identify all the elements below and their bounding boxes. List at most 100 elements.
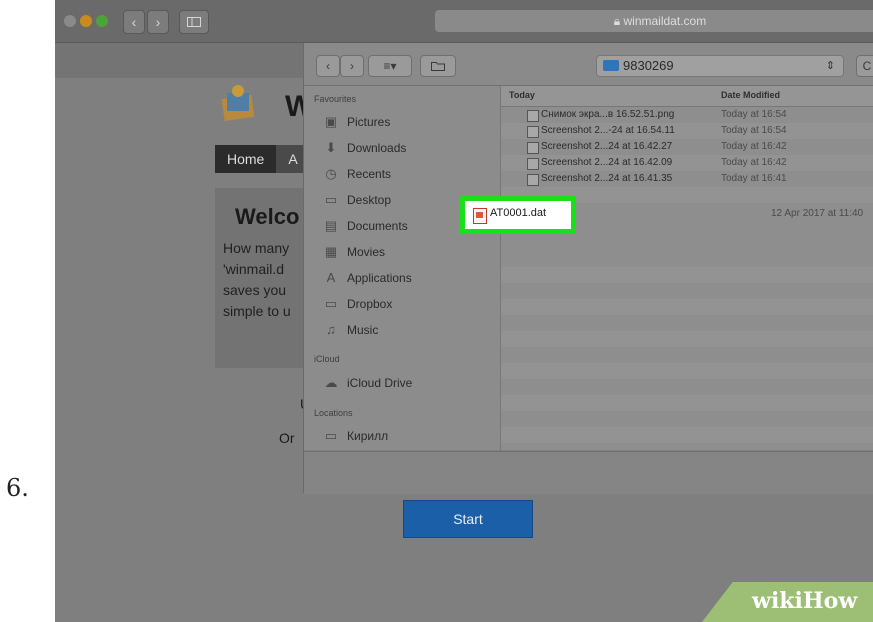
sidebar-item-computer[interactable]: ▭ Кирилл bbox=[321, 426, 496, 446]
music-icon: ♫ bbox=[326, 322, 336, 337]
new-folder-button[interactable] bbox=[420, 55, 456, 77]
sidebar-item-icloud-drive[interactable]: ☁ iCloud Drive bbox=[321, 373, 496, 393]
sidebar-item-label: Кирилл bbox=[347, 429, 389, 443]
row-stripe bbox=[501, 331, 873, 347]
back-button[interactable]: ‹ bbox=[123, 10, 145, 34]
row-stripe bbox=[501, 267, 873, 283]
download-icon: ⬇ bbox=[325, 140, 337, 155]
sidebar-item-label: iCloud Drive bbox=[347, 376, 413, 390]
wikihow-logo-text: wikiHow bbox=[752, 588, 858, 614]
file-name: Screenshot 2...24 at 16.42.09 bbox=[541, 157, 673, 168]
name-column-header[interactable]: Today bbox=[509, 90, 535, 100]
maximize-window-button[interactable] bbox=[96, 15, 108, 27]
file-row[interactable]: Screenshot 2...24 at 16.41.35 Today at 16… bbox=[501, 171, 873, 187]
image-file-icon bbox=[527, 110, 539, 122]
sidebar-item-applications[interactable]: A Applications bbox=[321, 268, 496, 288]
row-stripe bbox=[501, 427, 873, 443]
sidebar-item-label: Recents bbox=[347, 167, 392, 181]
date-column-header[interactable]: Date Modified bbox=[721, 90, 780, 100]
chevron-right-icon: › bbox=[350, 59, 354, 73]
sidebar-item-label: Movies bbox=[347, 245, 386, 259]
dialog-bottom-bar bbox=[304, 451, 873, 494]
folder-name: 9830269 bbox=[623, 58, 674, 73]
applications-icon: A bbox=[326, 270, 336, 285]
minimize-window-button[interactable] bbox=[80, 15, 92, 27]
sidebar-item-pictures[interactable]: ▣ Pictures bbox=[321, 112, 496, 132]
locations-section-title: Locations bbox=[314, 408, 353, 418]
forward-button[interactable]: › bbox=[147, 10, 169, 34]
start-button[interactable]: Start bbox=[403, 500, 533, 538]
film-icon: ▦ bbox=[324, 244, 338, 259]
sidebar-item-label: Documents bbox=[347, 219, 408, 233]
file-name: Снимок экра...в 16.52.51.png bbox=[541, 109, 675, 120]
desktop-icon: ▭ bbox=[324, 192, 338, 207]
computer-icon: ▭ bbox=[324, 428, 338, 443]
sidebar-item-label: Downloads bbox=[347, 141, 407, 155]
image-file-icon bbox=[527, 142, 539, 154]
sidebar-item-dropbox[interactable]: ▭ Dropbox bbox=[321, 294, 496, 314]
image-file-icon bbox=[527, 126, 539, 138]
file-date: Today at 16:41 bbox=[721, 173, 787, 184]
file-date: Today at 16:54 bbox=[721, 109, 787, 120]
row-stripe bbox=[501, 363, 873, 379]
cloud-icon: ☁ bbox=[324, 375, 338, 390]
selected-file-row[interactable]: AT0001.dat bbox=[460, 196, 576, 234]
folder-icon: ▭ bbox=[324, 296, 338, 311]
camera-icon: ▣ bbox=[324, 114, 338, 129]
file-name: Screenshot 2...24 at 16.41.35 bbox=[541, 173, 673, 184]
search-button[interactable]: C bbox=[856, 55, 873, 77]
sidebar-item-label: Dropbox bbox=[347, 297, 393, 311]
view-options-button[interactable]: ≡▾ bbox=[368, 55, 412, 77]
sidebar-item-downloads[interactable]: ⬇ Downloads bbox=[321, 138, 496, 158]
welcome-heading: Welco bbox=[235, 204, 300, 229]
selected-file-name: AT0001.dat bbox=[490, 207, 547, 219]
folder-icon bbox=[603, 60, 619, 71]
sidebar-item-movies[interactable]: ▦ Movies bbox=[321, 242, 496, 262]
file-date: Today at 16:54 bbox=[721, 125, 787, 136]
file-name: Screenshot 2...-24 at 16.54.11 bbox=[541, 125, 675, 136]
sidebar-item-label: Applications bbox=[347, 271, 412, 285]
sidebar-item-label: Desktop bbox=[347, 193, 392, 207]
row-stripe bbox=[501, 395, 873, 411]
sidebar-item-music[interactable]: ♫ Music bbox=[321, 320, 496, 340]
dat-file-icon bbox=[473, 208, 487, 224]
file-row[interactable]: Screenshot 2...24 at 16.42.09 Today at 16… bbox=[501, 155, 873, 171]
address-text: winmaildat.com bbox=[623, 14, 707, 28]
nav-home-link[interactable]: Home bbox=[215, 145, 277, 173]
folder-icon bbox=[431, 62, 445, 71]
document-icon: ▤ bbox=[324, 218, 338, 233]
close-window-button[interactable] bbox=[64, 15, 76, 27]
file-row[interactable]: Screenshot 2...24 at 16.42.27 Today at 16… bbox=[501, 139, 873, 155]
sidebar-icon bbox=[187, 17, 201, 27]
file-list: Today Date Modified Снимок экра...в 16.5… bbox=[501, 86, 873, 450]
file-date: Today at 16:42 bbox=[721, 157, 787, 168]
dialog-back-button[interactable]: ‹ bbox=[316, 55, 340, 77]
sidebar-item-label: Music bbox=[347, 323, 379, 337]
file-date: Today at 16:42 bbox=[721, 141, 787, 152]
file-name: Screenshot 2...24 at 16.42.27 bbox=[541, 141, 673, 152]
selected-file-date: 12 Apr 2017 at 11:40 bbox=[771, 208, 864, 219]
sidebar-item-recents[interactable]: ◷ Recents bbox=[321, 164, 496, 184]
row-stripe bbox=[501, 299, 873, 315]
site-navigation: Home A bbox=[215, 145, 310, 173]
or-text-fragment: Or bbox=[279, 430, 295, 446]
step-number: 6. bbox=[6, 474, 29, 502]
sidebar-toggle-button[interactable] bbox=[179, 10, 209, 34]
folder-location-popup[interactable]: 9830269 ⇕ bbox=[596, 55, 844, 77]
browser-titlebar: ‹ › 🔒︎ winmaildat.com bbox=[55, 0, 873, 43]
dialog-toolbar: ‹ › ≡▾ 9830269 ⇕ C bbox=[304, 43, 873, 86]
site-logo-icon bbox=[221, 85, 255, 121]
file-row[interactable]: Screenshot 2...-24 at 16.54.11 Today at 1… bbox=[501, 123, 873, 139]
file-row[interactable]: Снимок экра...в 16.52.51.png Today at 16:… bbox=[501, 107, 873, 123]
image-file-icon bbox=[527, 174, 539, 186]
chevron-left-icon: ‹ bbox=[326, 59, 330, 73]
dialog-forward-button[interactable]: › bbox=[340, 55, 364, 77]
address-bar[interactable]: 🔒︎ winmaildat.com bbox=[435, 10, 873, 32]
file-open-dialog: ‹ › ≡▾ 9830269 ⇕ C Favourites ▣ Pictures … bbox=[303, 43, 873, 494]
lock-icon: 🔒︎ bbox=[613, 14, 624, 28]
file-list-header: Today Date Modified bbox=[501, 86, 873, 107]
clock-icon: ◷ bbox=[325, 166, 337, 181]
browser-window: ‹ › 🔒︎ winmaildat.com W Home A Welco How… bbox=[55, 0, 873, 622]
favourites-section-title: Favourites bbox=[314, 94, 357, 104]
sidebar-item-label: Pictures bbox=[347, 115, 391, 129]
